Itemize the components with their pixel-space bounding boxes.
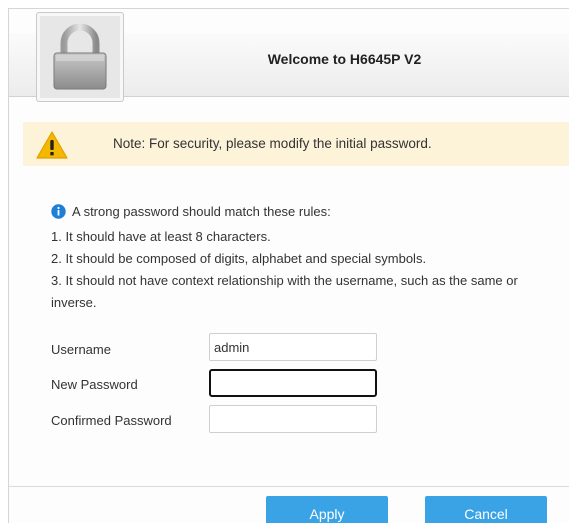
password-dialog: Welcome to H6645P V2 Note: For security,… — [8, 8, 569, 523]
username-label: Username — [51, 342, 111, 357]
security-note: Note: For security, please modify the in… — [23, 122, 569, 166]
rule-item: 2. It should be composed of digits, alph… — [51, 251, 427, 266]
apply-button[interactable]: Apply — [266, 496, 388, 523]
rule-item: 1. It should have at least 8 characters. — [51, 229, 271, 244]
warning-icon — [35, 130, 69, 165]
rules-intro: A strong password should match these rul… — [72, 204, 331, 219]
rule-item: 3. It should not have context relationsh… — [51, 273, 518, 310]
info-icon — [51, 204, 66, 226]
cancel-button[interactable]: Cancel — [425, 496, 547, 523]
confirmed-password-label: Confirmed Password — [51, 413, 172, 428]
new-password-label: New Password — [51, 377, 138, 392]
lock-icon — [36, 12, 124, 102]
new-password-field[interactable] — [209, 369, 377, 397]
note-text: Note: For security, please modify the in… — [113, 136, 432, 151]
confirmed-password-field[interactable] — [209, 405, 377, 433]
username-field[interactable] — [209, 333, 377, 361]
password-rules: A strong password should match these rul… — [51, 201, 561, 314]
